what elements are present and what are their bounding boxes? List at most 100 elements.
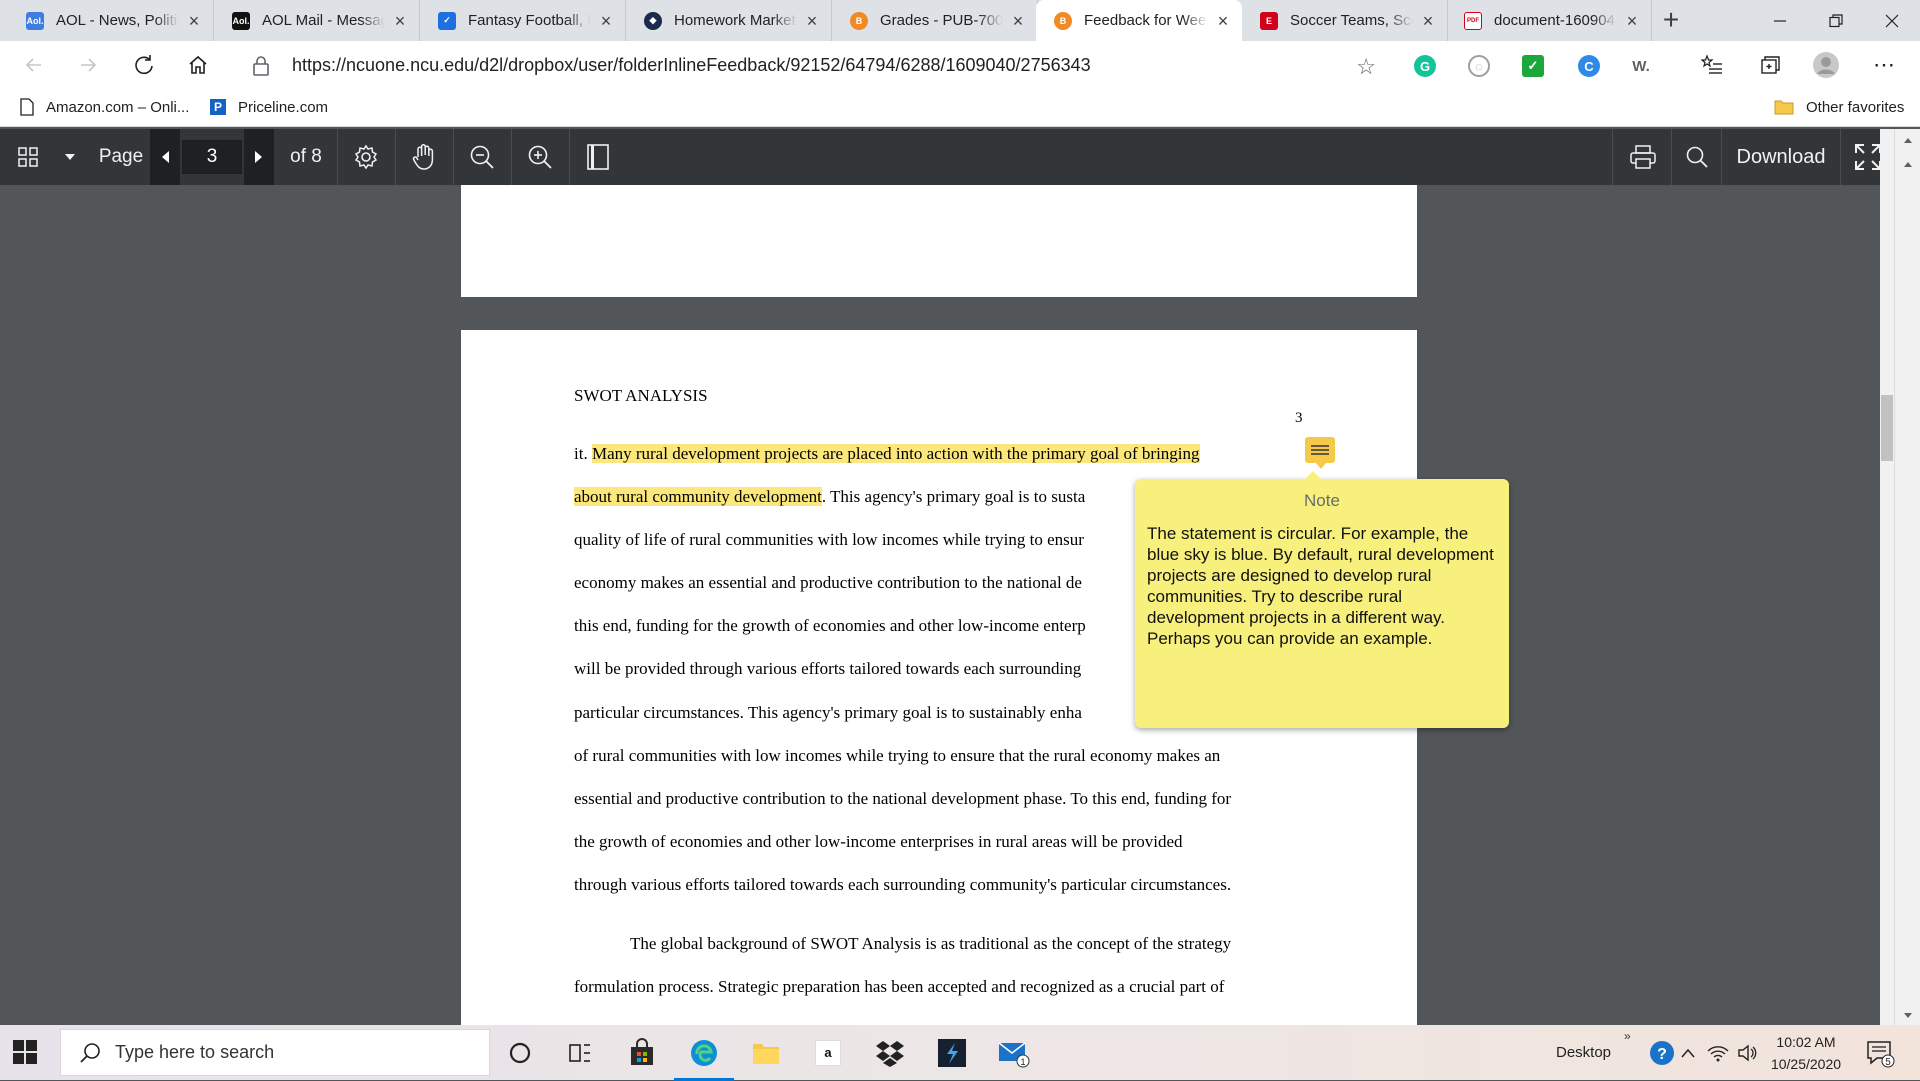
dropbox-icon	[876, 1041, 904, 1067]
search-icon	[1686, 146, 1708, 168]
line-text: particular circumstances. This agency's …	[574, 703, 1082, 722]
highlighted-text[interactable]: Many rural development projects are plac…	[591, 444, 1200, 463]
favorites-button[interactable]	[1696, 49, 1728, 81]
refresh-button[interactable]	[128, 49, 160, 81]
close-tab-icon[interactable]: ×	[185, 12, 203, 30]
download-button[interactable]: Download	[1722, 129, 1840, 185]
settings-more-button[interactable]: ⋯	[1868, 49, 1900, 81]
address-bar[interactable]: https://ncuone.ncu.edu/d2l/dropbox/user/…	[236, 46, 1390, 84]
close-tab-icon[interactable]: ×	[391, 12, 409, 30]
start-button[interactable]	[12, 1039, 38, 1065]
restore-icon	[1829, 13, 1843, 27]
volume-button[interactable]	[1734, 1035, 1762, 1071]
tab-feedback-active[interactable]: B Feedback for Week ×	[1036, 0, 1242, 41]
store-button[interactable]	[624, 1035, 660, 1071]
minimize-button[interactable]	[1752, 0, 1808, 41]
notification-center-button[interactable]: 5	[1862, 1035, 1898, 1071]
clock-date: 10/25/2020	[1770, 1056, 1842, 1072]
previous-page-button[interactable]	[150, 129, 180, 185]
favorite-star-icon[interactable]: ☆	[1356, 54, 1376, 80]
document-line: particular circumstances. This agency's …	[574, 703, 1082, 723]
close-tab-icon[interactable]: ×	[597, 12, 615, 30]
amazon-button[interactable]: a	[810, 1035, 846, 1071]
close-window-button[interactable]	[1864, 0, 1920, 41]
note-popup[interactable]: Note The statement is circular. For exam…	[1135, 471, 1509, 728]
zoom-in-button[interactable]	[520, 129, 560, 185]
file-explorer-button[interactable]	[748, 1035, 784, 1071]
comment-lines-icon	[1311, 445, 1329, 455]
line-text: will be provided through various efforts…	[574, 659, 1082, 678]
help-tray-button[interactable]: ?	[1644, 1035, 1680, 1071]
page-icon	[20, 98, 34, 116]
forward-button[interactable]	[72, 49, 104, 81]
aol-icon: Aol.	[26, 11, 44, 30]
tab-title: AOL - News, Politics, Sports	[56, 12, 179, 29]
document-viewer[interactable]: SWOT ANALYSIS 3 it. Many rural developme…	[0, 185, 1880, 1025]
settings-button[interactable]	[346, 129, 386, 185]
tab-document-pdf[interactable]: PDF document-160904 ×	[1446, 0, 1652, 41]
desktop-toolbar-label[interactable]: Desktop	[1556, 1044, 1611, 1061]
dropbox-button[interactable]	[872, 1035, 908, 1071]
tab-homework-market[interactable]: ◆ Homework Market ×	[626, 0, 832, 41]
next-page-button[interactable]	[244, 129, 274, 185]
bookmarks-bar: Amazon.com – Onli... P Priceline.com Oth…	[0, 87, 1920, 127]
running-head: SWOT ANALYSIS	[574, 386, 708, 405]
scrollbar-thumb[interactable]	[1881, 395, 1893, 461]
lock-icon[interactable]	[252, 56, 270, 76]
tab-grades[interactable]: B Grades - PUB-7007 ×	[832, 0, 1038, 41]
task-view-button[interactable]	[562, 1035, 598, 1071]
network-button[interactable]	[1704, 1035, 1732, 1071]
search-placeholder: Type here to search	[115, 1042, 275, 1062]
tab-fantasy-football[interactable]: ✓ Fantasy Football, F ×	[420, 0, 626, 41]
mail-button[interactable]: 1	[996, 1035, 1032, 1071]
divider	[453, 129, 454, 185]
tab-aol-mail[interactable]: Aol. AOL Mail - Messages ×	[214, 0, 420, 41]
thumbnails-dropdown[interactable]	[58, 129, 82, 185]
tab-aol-news[interactable]: Aol. AOL - News, Politics, Sports ×	[8, 0, 214, 41]
thumbnails-button[interactable]	[12, 129, 44, 185]
checkmark-extension-icon[interactable]: ✓	[1522, 55, 1544, 77]
svg-text:?: ?	[1657, 1046, 1667, 1063]
close-tab-icon[interactable]: ×	[1009, 12, 1027, 30]
close-tab-icon[interactable]: ×	[1419, 12, 1437, 30]
bookmark-amazon[interactable]: Amazon.com – Onli...	[20, 95, 189, 119]
close-tab-icon[interactable]: ×	[1214, 12, 1232, 30]
grammarly-icon[interactable]: G	[1414, 55, 1436, 77]
home-button[interactable]	[182, 49, 214, 81]
divider	[511, 129, 512, 185]
cortana-button[interactable]	[502, 1035, 538, 1071]
tab-soccer-teams[interactable]: E Soccer Teams, Sco ×	[1242, 0, 1448, 41]
collections-button[interactable]	[1754, 49, 1786, 81]
close-tab-icon[interactable]: ×	[1623, 12, 1641, 30]
bookmark-priceline[interactable]: P Priceline.com	[210, 95, 328, 119]
app-button[interactable]	[934, 1035, 970, 1071]
url-text[interactable]: https://ncuone.ncu.edu/d2l/dropbox/user/…	[292, 55, 1091, 76]
grammar-extension-icon[interactable]: C	[1578, 55, 1600, 77]
profile-button[interactable]	[1810, 49, 1842, 81]
back-button[interactable]	[18, 49, 50, 81]
divider	[395, 129, 396, 185]
wifi-icon	[1707, 1046, 1729, 1062]
fit-page-button[interactable]	[578, 129, 618, 185]
page-number-input[interactable]: 3	[182, 140, 242, 174]
system-clock[interactable]: 10:02 AM 10/25/2020	[1764, 1031, 1848, 1075]
w-extension-icon[interactable]: W.	[1630, 55, 1652, 77]
note-annotation-marker[interactable]	[1305, 437, 1335, 469]
pan-tool-button[interactable]	[404, 129, 444, 185]
document-scrollbar[interactable]	[1880, 129, 1894, 1025]
page-scrollbar[interactable]	[1894, 129, 1920, 1025]
taskbar-search[interactable]: Type here to search	[60, 1029, 490, 1076]
new-tab-button[interactable]: +	[1656, 6, 1686, 36]
chevron-double-icon[interactable]: »	[1624, 1029, 1631, 1043]
extension-icon[interactable]: ◌	[1468, 55, 1490, 77]
edge-button[interactable]	[674, 1035, 734, 1081]
restore-button[interactable]	[1808, 0, 1864, 41]
document-line: of rural communities with low incomes wh…	[574, 746, 1220, 766]
print-button[interactable]	[1618, 129, 1668, 185]
highlighted-text[interactable]: about rural community development	[574, 487, 822, 506]
close-tab-icon[interactable]: ×	[803, 12, 821, 30]
search-document-button[interactable]	[1676, 129, 1718, 185]
show-hidden-icons-button[interactable]	[1676, 1035, 1700, 1071]
zoom-out-button[interactable]	[462, 129, 502, 185]
other-favorites[interactable]: Other favorites	[1774, 95, 1904, 119]
